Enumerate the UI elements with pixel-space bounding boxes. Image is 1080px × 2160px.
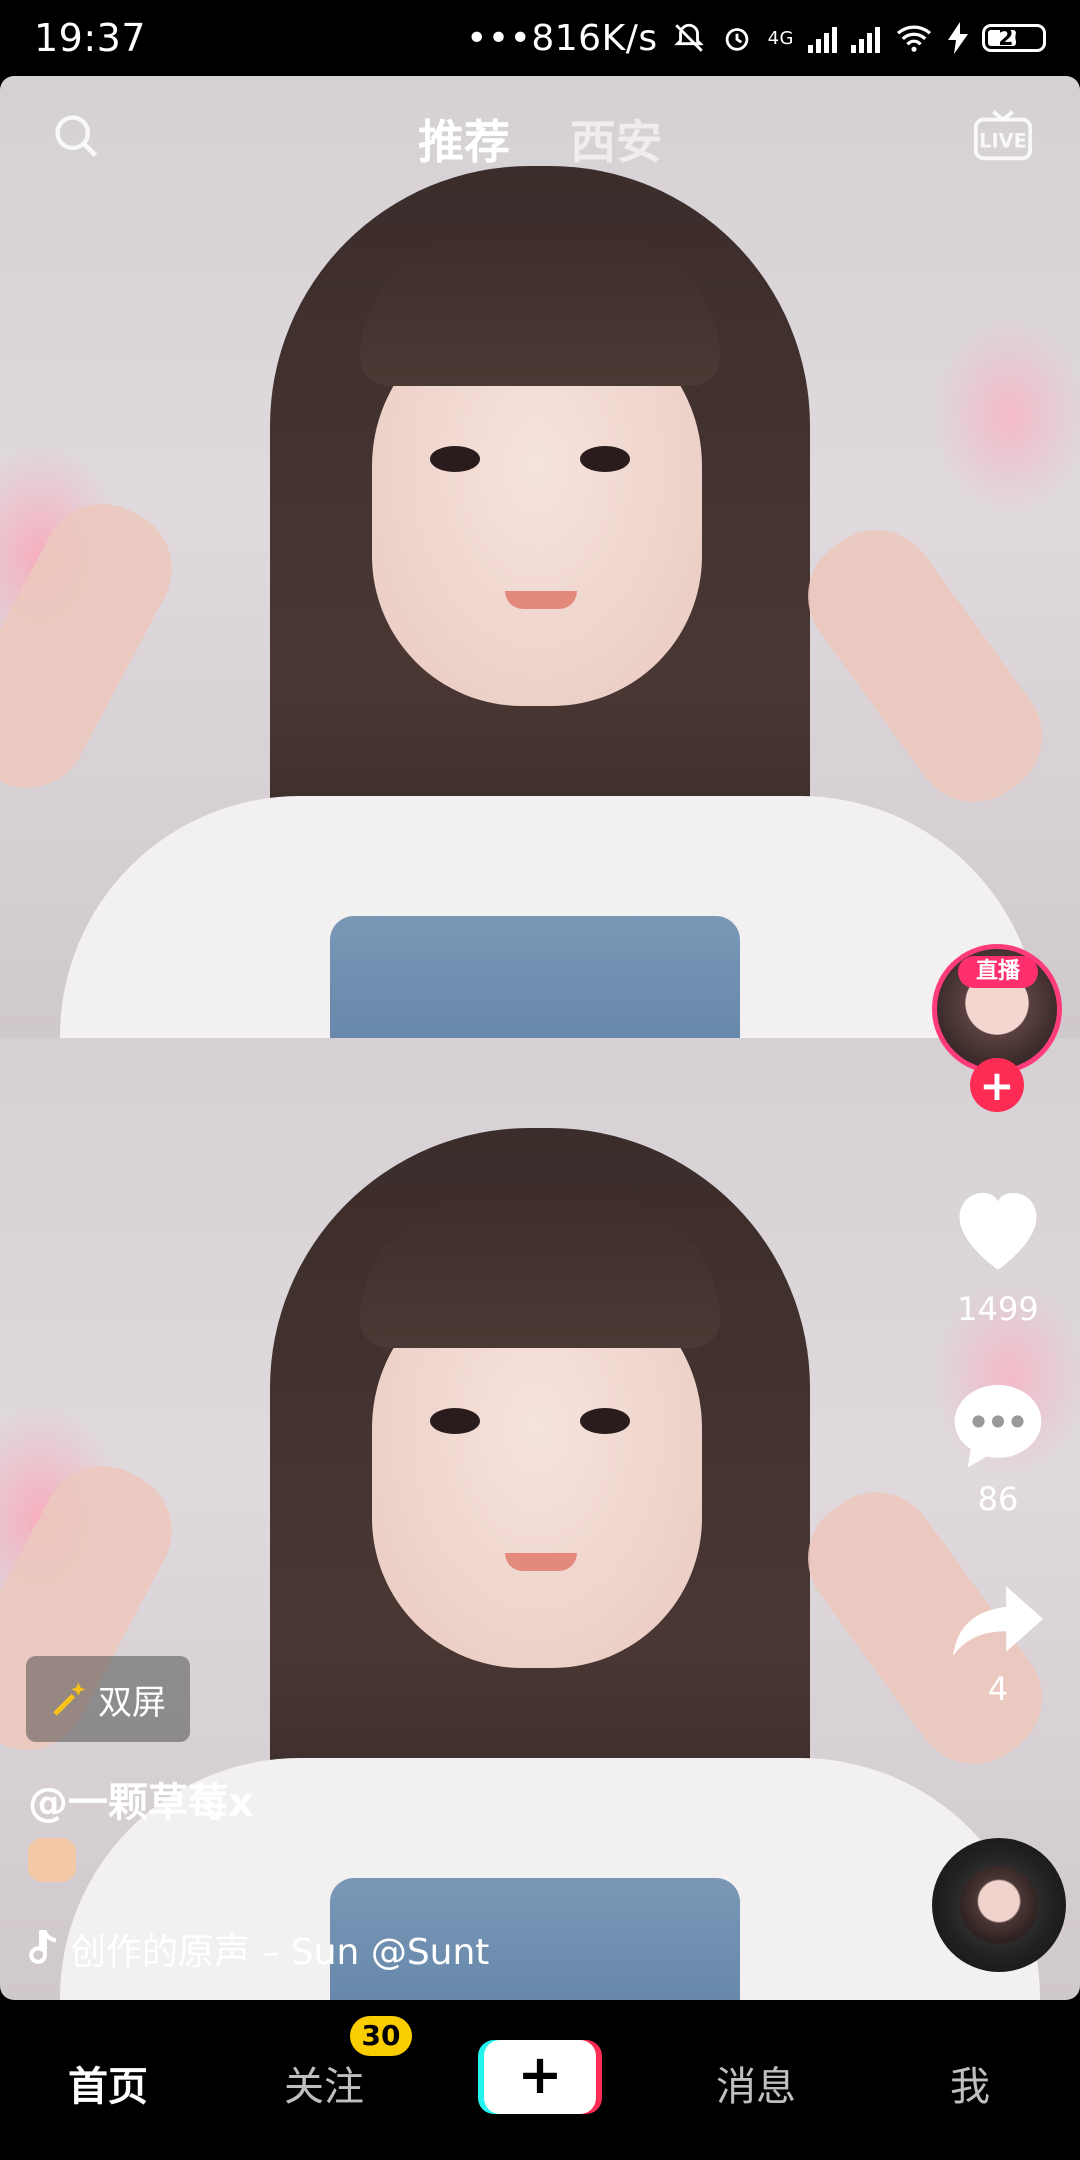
status-bar: 19:37 •••816K/s 4G 26 — [0, 0, 1080, 76]
username[interactable]: @一颗草莓x — [28, 1770, 254, 1828]
comment-icon[interactable] — [946, 1376, 1050, 1472]
fist-emoji-icon — [28, 1838, 76, 1882]
follow-button[interactable]: + — [970, 1058, 1024, 1112]
create-button[interactable]: + — [484, 2040, 596, 2114]
follow-badge: 30 — [350, 2016, 412, 2056]
top-nav: 推荐 西安 LIVE — [0, 76, 1080, 196]
battery-icon: 26 — [982, 24, 1046, 52]
create-symbol: + — [517, 2043, 563, 2106]
bangs-shape — [360, 1198, 720, 1348]
share-icon[interactable] — [948, 1574, 1048, 1664]
nav-me[interactable]: 我 — [950, 2054, 990, 2112]
bell-muted-icon — [673, 23, 704, 52]
share-count: 4 — [987, 1670, 1009, 1708]
bottom-nav: 首页 关注 30 + 消息 我 — [0, 2000, 1080, 2160]
live-badge: 直播 — [958, 956, 1038, 988]
live-icon[interactable]: LIVE — [972, 104, 1034, 166]
eye-right — [580, 1408, 630, 1434]
lips-shape — [505, 1553, 577, 1571]
overall-shape — [330, 916, 740, 1038]
video-panel-top — [0, 76, 1080, 1038]
nav-home[interactable]: 首页 — [68, 2054, 148, 2112]
nav-messages[interactable]: 消息 — [716, 2054, 796, 2112]
music-line[interactable]: 创作的原声 – Sun @Sunt — [28, 1926, 548, 1972]
hand-left — [0, 483, 193, 809]
lips-shape — [505, 591, 577, 609]
comment-count: 86 — [977, 1480, 1019, 1518]
heart-icon[interactable] — [946, 1180, 1050, 1274]
bangs-shape — [360, 236, 720, 386]
tab-recommend[interactable]: 推荐 — [418, 106, 510, 172]
signal-2-icon — [851, 23, 880, 53]
status-indicators: •••816K/s 4G 26 — [466, 18, 1046, 59]
alarm-icon — [725, 28, 748, 51]
wifi-icon — [896, 25, 932, 52]
music-text: 创作的原声 – Sun @Sunt — [70, 1932, 490, 1972]
music-disc-cover — [960, 1866, 1038, 1944]
hand-right — [784, 506, 1066, 826]
eye-left — [430, 1408, 480, 1434]
follow-symbol: + — [979, 1060, 1015, 1110]
status-time: 19:37 — [34, 16, 147, 60]
nav-follow[interactable]: 关注 — [284, 2054, 364, 2112]
battery-level: 26 — [998, 25, 1030, 51]
eye-right — [580, 446, 630, 472]
eye-left — [430, 446, 480, 472]
signal-icon — [808, 23, 837, 53]
network-speed: •••816K/s — [466, 17, 658, 59]
magic-wand-icon — [53, 1682, 86, 1716]
music-disc[interactable] — [932, 1838, 1066, 1972]
live-label: LIVE — [979, 130, 1027, 153]
like-count: 1499 — [957, 1290, 1039, 1328]
video-panel-bottom — [0, 1038, 1080, 2000]
duet-label: 双屏 — [98, 1682, 166, 1723]
tab-city[interactable]: 西安 — [570, 106, 662, 172]
search-icon[interactable] — [50, 110, 102, 162]
charging-icon — [948, 22, 968, 54]
network-type: 4G — [767, 27, 794, 49]
duet-tag[interactable]: 双屏 — [26, 1656, 190, 1742]
music-note-icon — [29, 1930, 57, 1964]
